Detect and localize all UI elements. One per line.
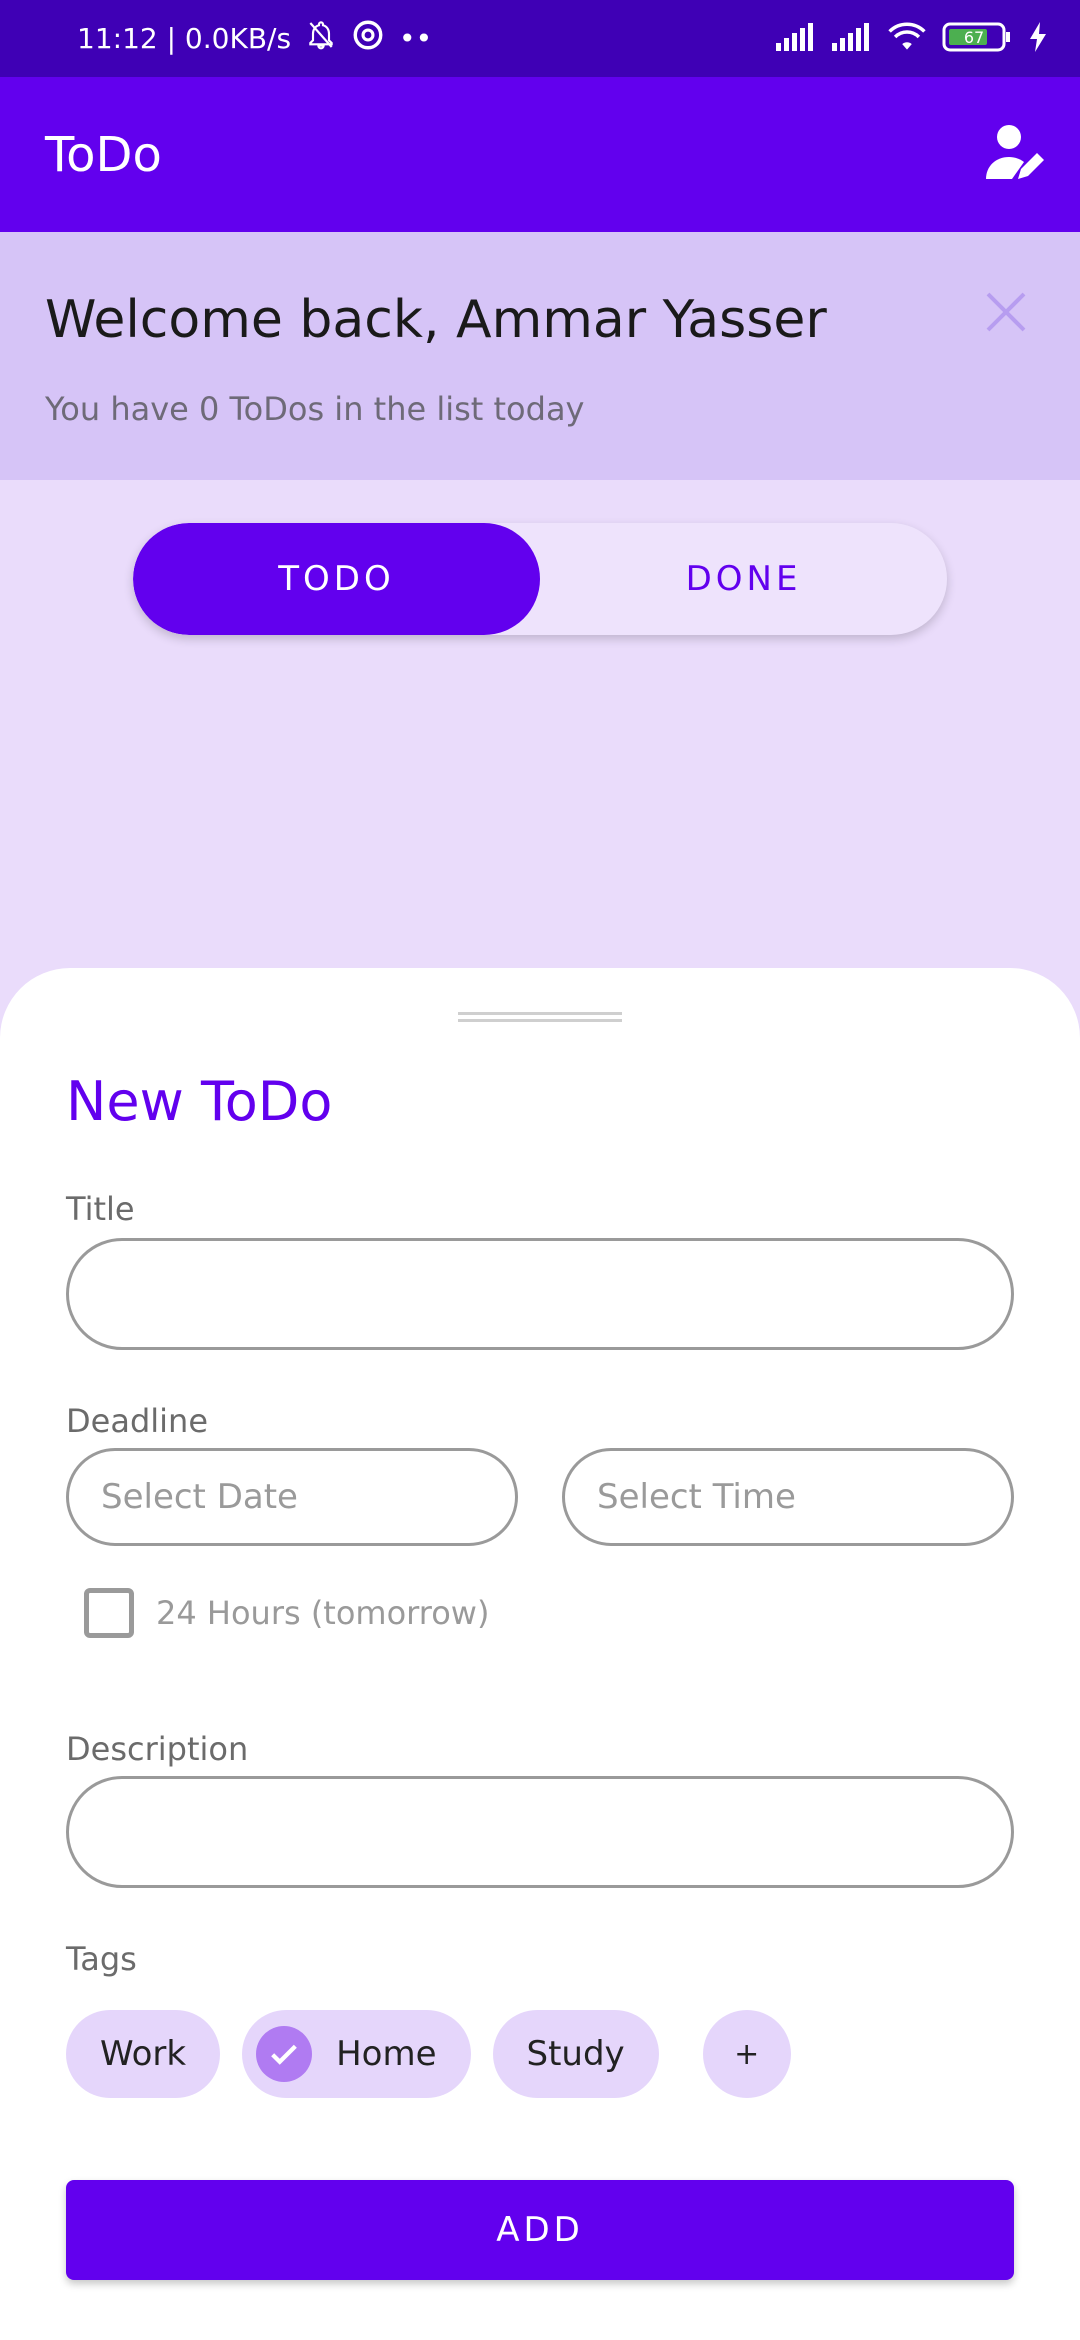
tag-chip-work[interactable]: Work bbox=[66, 2010, 221, 2098]
charging-icon bbox=[1028, 21, 1048, 56]
tab-todo[interactable]: TODO bbox=[133, 523, 540, 635]
sheet-title: New ToDo bbox=[66, 1070, 333, 1133]
status-right: 67 bbox=[776, 0, 1048, 77]
profile-edit-button[interactable] bbox=[982, 121, 1046, 185]
wifi-icon bbox=[888, 21, 926, 56]
tag-label: Home bbox=[336, 2034, 437, 2074]
tag-chip-study[interactable]: Study bbox=[492, 2010, 659, 2098]
welcome-text: Welcome back, Ammar Yasser bbox=[45, 290, 827, 350]
description-input[interactable] bbox=[69, 1779, 1011, 1885]
signal-icon bbox=[776, 22, 816, 55]
plus-icon: + bbox=[734, 2036, 760, 2072]
select-date-input[interactable] bbox=[69, 1451, 515, 1543]
status-left: 11:12 | 0.0KB/s •• bbox=[77, 0, 432, 77]
title-label: Title bbox=[66, 1190, 135, 1228]
data-saver-icon bbox=[351, 18, 385, 59]
app-bar: ToDo bbox=[0, 77, 1080, 232]
tag-label: Study bbox=[526, 2034, 625, 2074]
title-field[interactable] bbox=[66, 1238, 1014, 1350]
tomorrow-checkbox-row[interactable]: 24 Hours (tomorrow) bbox=[84, 1588, 489, 1638]
select-time-input[interactable] bbox=[565, 1451, 1011, 1543]
add-tag-button[interactable]: + bbox=[702, 2010, 791, 2098]
status-bar: 11:12 | 0.0KB/s •• 67 bbox=[0, 0, 1080, 77]
tags-label: Tags bbox=[66, 1940, 137, 1978]
close-banner-button[interactable] bbox=[982, 288, 1030, 336]
welcome-banner: Welcome back, Ammar Yasser You have 0 To… bbox=[0, 232, 1080, 480]
time-field[interactable] bbox=[562, 1448, 1014, 1546]
deadline-label: Deadline bbox=[66, 1402, 208, 1440]
sheet-drag-handle[interactable] bbox=[458, 1012, 622, 1022]
battery-icon: 67 bbox=[942, 21, 1012, 57]
notification-dots: •• bbox=[399, 22, 433, 55]
tab-done[interactable]: DONE bbox=[540, 523, 947, 635]
status-time-speed: 11:12 | 0.0KB/s bbox=[77, 22, 292, 55]
add-todo-button[interactable]: ADD bbox=[66, 2180, 1014, 2280]
description-label: Description bbox=[66, 1730, 249, 1768]
battery-level: 67 bbox=[964, 28, 984, 47]
tags-chip-group: Work Home Study + bbox=[66, 2010, 791, 2098]
person-edit-icon bbox=[986, 125, 1044, 179]
description-field[interactable] bbox=[66, 1776, 1014, 1888]
check-icon bbox=[256, 2026, 313, 2082]
bell-off-icon bbox=[305, 19, 337, 58]
date-field[interactable] bbox=[66, 1448, 518, 1546]
title-input[interactable] bbox=[69, 1241, 1011, 1347]
tomorrow-checkbox[interactable] bbox=[84, 1588, 134, 1638]
tag-label: Work bbox=[100, 2034, 187, 2074]
tomorrow-checkbox-label: 24 Hours (tomorrow) bbox=[156, 1594, 490, 1632]
todo-done-toggle: TODO DONE bbox=[133, 523, 947, 635]
app-title: ToDo bbox=[45, 127, 162, 183]
signal-icon-2 bbox=[832, 22, 872, 55]
tag-chip-home[interactable]: Home bbox=[242, 2010, 471, 2098]
todo-count-text: You have 0 ToDos in the list today bbox=[45, 390, 585, 428]
close-icon bbox=[986, 292, 1026, 332]
new-todo-sheet: New ToDo Title Deadline 24 Hours (tomorr… bbox=[0, 968, 1080, 2340]
